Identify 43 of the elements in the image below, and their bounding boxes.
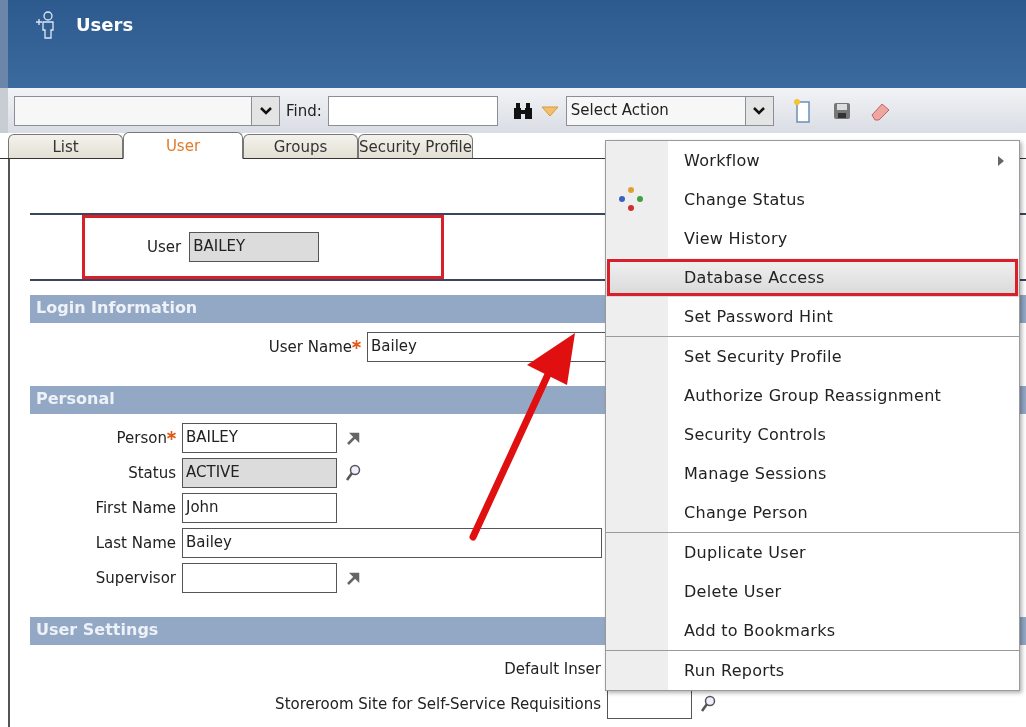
menu-item[interactable]: Delete User — [606, 572, 1019, 611]
submenu-arrow-icon — [997, 154, 1005, 167]
field-label: Default Inser — [504, 659, 601, 678]
tab[interactable]: List — [8, 134, 123, 158]
field-label: User Name — [268, 337, 352, 356]
binoculars-icon[interactable] — [511, 101, 534, 120]
field-label: Status — [128, 463, 176, 482]
input-field[interactable] — [182, 562, 337, 593]
input-field[interactable]: Bailey — [182, 527, 602, 558]
menu-item[interactable]: Database Access — [606, 258, 1019, 297]
menu-item[interactable]: View History — [606, 219, 1019, 258]
tab[interactable]: Groups — [243, 134, 358, 158]
user-field[interactable]: BAILEY — [189, 232, 320, 262]
chevron-down-icon — [258, 105, 273, 116]
tab[interactable]: Security Profile — [358, 134, 473, 158]
window-title: Users — [76, 14, 134, 35]
input-field[interactable]: ACTIVE — [182, 457, 337, 488]
field-label: Storeroom Site for Self-Service Requisitions — [275, 694, 601, 713]
menu-item[interactable]: Manage Sessions — [606, 454, 1019, 493]
required-icon — [352, 339, 361, 349]
menu-item[interactable]: Run Reports — [606, 651, 1019, 690]
input-field[interactable]: John — [182, 492, 337, 523]
search-icon[interactable] — [700, 694, 716, 713]
query-select[interactable] — [14, 95, 280, 126]
input-field[interactable]: BAILEY — [182, 422, 337, 453]
save-icon[interactable] — [831, 100, 852, 121]
find-label: Find: — [286, 101, 322, 120]
menu-item[interactable]: Change Person — [606, 493, 1019, 532]
cycle-icon — [618, 186, 644, 212]
menu-item[interactable]: Security Controls — [606, 415, 1019, 454]
menu-item[interactable]: Duplicate User — [606, 533, 1019, 572]
action-select[interactable]: Select Action — [565, 95, 774, 126]
menu-item[interactable]: Workflow — [606, 141, 1019, 180]
chevron-down-icon — [752, 105, 767, 116]
field-label: Supervisor — [95, 568, 176, 587]
required-icon — [167, 430, 176, 440]
find-field[interactable] — [327, 95, 498, 126]
field-label: Person — [116, 428, 167, 447]
field-label: Last Name — [95, 533, 176, 552]
field-label: First Name — [95, 498, 176, 517]
menu-item[interactable]: Change Status — [606, 180, 1019, 219]
search-icon[interactable] — [345, 463, 361, 482]
field-label: User — [147, 238, 182, 256]
